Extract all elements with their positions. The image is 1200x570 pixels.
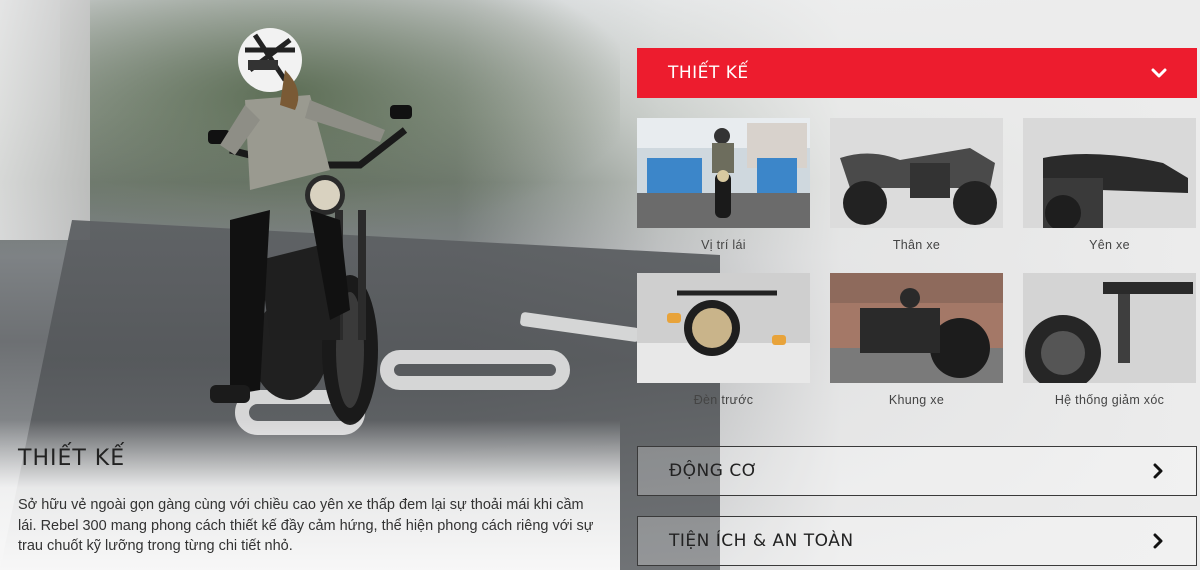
tile-label: Yên xe [1089,238,1130,252]
tile-label: Hệ thống giảm xóc [1054,393,1165,407]
tile-label: Khung xe [888,393,945,407]
building-background [0,0,90,240]
accordion-header-label: THIẾT KẾ [668,63,749,83]
motorcycle-rider-illustration [208,28,412,425]
thumbnail-image [1023,273,1196,383]
accordion-header-utilities-safety[interactable]: TIỆN ÍCH & AN TOÀN [637,516,1197,566]
tile-riding-position[interactable]: Vị trí lái [637,118,810,273]
chevron-down-icon [1151,68,1167,78]
tile-label: Vị trí lái [701,238,746,252]
thumbnail-image [830,118,1003,228]
thumbnail-image [1023,118,1196,228]
tile-label: Thân xe [892,238,941,252]
chevron-right-icon [1153,533,1163,549]
thumbnail-image [637,273,810,383]
intro-section: THIẾT KẾ Sở hữu vẻ ngoài gọn gàng cùng v… [18,446,598,557]
accordion-header-label: ĐỘNG CƠ [669,461,758,481]
accordion-header-engine[interactable]: ĐỘNG CƠ [637,446,1197,496]
thumbnail-image [830,273,1003,383]
accordion-header-design[interactable]: THIẾT KẾ [637,48,1197,98]
design-thumbnail-grid: Vị trí lái Thân xe Yên xe Đèn trước Khun… [637,118,1197,428]
tile-seat[interactable]: Yên xe [1023,118,1196,273]
thumbnail-image [637,118,810,228]
tile-label: Đèn trước [693,393,754,407]
tile-body[interactable]: Thân xe [830,118,1003,273]
feature-accordion: THIẾT KẾ Vị trí lái Thân xe Yên xe Đèn t… [637,48,1197,566]
accordion-header-label: TIỆN ÍCH & AN TOÀN [669,531,854,551]
chevron-right-icon [1153,463,1163,479]
tile-frame[interactable]: Khung xe [830,273,1003,428]
intro-description: Sở hữu vẻ ngoài gọn gàng cùng với chiều … [18,497,594,554]
intro-title: THIẾT KẾ [18,446,126,471]
tile-suspension[interactable]: Hệ thống giảm xóc [1023,273,1196,428]
tile-headlight[interactable]: Đèn trước [637,273,810,428]
